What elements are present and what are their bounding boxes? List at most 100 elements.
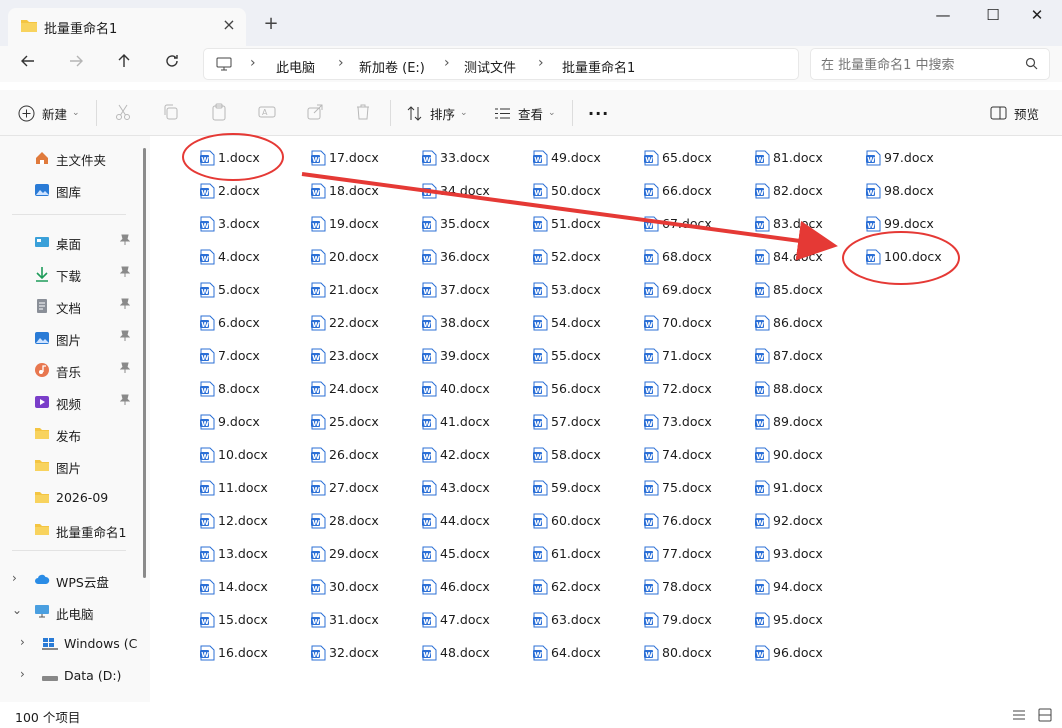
- file-item[interactable]: W 47.docx: [422, 608, 526, 632]
- sidebar-item-quick-6[interactable]: 发布: [0, 420, 140, 448]
- file-item[interactable]: W 50.docx: [533, 179, 637, 203]
- chevron-right-icon[interactable]: ›: [12, 571, 17, 585]
- close-window-button[interactable]: ✕: [1014, 0, 1060, 32]
- new-button[interactable]: 新建 ⌄: [18, 103, 80, 123]
- file-item[interactable]: W 49.docx: [533, 146, 637, 170]
- file-item[interactable]: W 86.docx: [755, 311, 859, 335]
- file-item[interactable]: W 71.docx: [644, 344, 748, 368]
- file-item[interactable]: W 46.docx: [422, 575, 526, 599]
- file-item[interactable]: W 29.docx: [311, 542, 415, 566]
- file-item[interactable]: W 96.docx: [755, 641, 859, 665]
- tab-close-button[interactable]: ×: [218, 14, 240, 36]
- file-item[interactable]: W 95.docx: [755, 608, 859, 632]
- file-item[interactable]: W 57.docx: [533, 410, 637, 434]
- file-item[interactable]: W 59.docx: [533, 476, 637, 500]
- sidebar-item-quick-4[interactable]: 音乐: [0, 356, 140, 384]
- file-item[interactable]: W 64.docx: [533, 641, 637, 665]
- view-button[interactable]: 查看 ⌄: [494, 103, 556, 123]
- file-item[interactable]: W 94.docx: [755, 575, 859, 599]
- file-item[interactable]: W 26.docx: [311, 443, 415, 467]
- file-item[interactable]: W 91.docx: [755, 476, 859, 500]
- file-item[interactable]: W 38.docx: [422, 311, 526, 335]
- sidebar-item-top-1[interactable]: 图库: [0, 176, 140, 204]
- file-item[interactable]: W 82.docx: [755, 179, 859, 203]
- breadcrumb-test-folder[interactable]: 测试文件: [464, 57, 516, 76]
- tiles-view-button[interactable]: [1038, 708, 1052, 725]
- file-item[interactable]: W 45.docx: [422, 542, 526, 566]
- file-item[interactable]: W 74.docx: [644, 443, 748, 467]
- file-item[interactable]: W 92.docx: [755, 509, 859, 533]
- file-item[interactable]: W 70.docx: [644, 311, 748, 335]
- file-item[interactable]: W 54.docx: [533, 311, 637, 335]
- file-item[interactable]: W 37.docx: [422, 278, 526, 302]
- file-item[interactable]: W 75.docx: [644, 476, 748, 500]
- file-item[interactable]: W 41.docx: [422, 410, 526, 434]
- file-item[interactable]: W 35.docx: [422, 212, 526, 236]
- maximize-button[interactable]: ☐: [970, 0, 1016, 32]
- file-item[interactable]: W 43.docx: [422, 476, 526, 500]
- search-input[interactable]: [821, 55, 1021, 75]
- file-item[interactable]: W 85.docx: [755, 278, 859, 302]
- more-options-button[interactable]: ···: [588, 103, 609, 123]
- forward-button[interactable]: [62, 50, 90, 78]
- file-item[interactable]: W 83.docx: [755, 212, 859, 236]
- back-button[interactable]: [14, 50, 42, 78]
- file-item[interactable]: W 69.docx: [644, 278, 748, 302]
- cut-button[interactable]: [114, 103, 134, 123]
- file-item[interactable]: W 28.docx: [311, 509, 415, 533]
- file-item[interactable]: W 66.docx: [644, 179, 748, 203]
- sidebar-item-quick-2[interactable]: 文档: [0, 292, 140, 320]
- file-item[interactable]: W 2.docx: [200, 179, 304, 203]
- file-item[interactable]: W 89.docx: [755, 410, 859, 434]
- file-item[interactable]: W 34.docx: [422, 179, 526, 203]
- file-item[interactable]: W 48.docx: [422, 641, 526, 665]
- preview-button[interactable]: 预览: [990, 103, 1039, 123]
- sidebar-item-quick-1[interactable]: 下载: [0, 260, 140, 288]
- file-item[interactable]: W 5.docx: [200, 278, 304, 302]
- search-box[interactable]: [810, 48, 1050, 80]
- sort-button[interactable]: 排序 ⌄: [406, 103, 468, 123]
- file-item[interactable]: W 44.docx: [422, 509, 526, 533]
- file-item[interactable]: W 77.docx: [644, 542, 748, 566]
- file-item[interactable]: W 72.docx: [644, 377, 748, 401]
- file-item[interactable]: W 21.docx: [311, 278, 415, 302]
- file-item[interactable]: W 68.docx: [644, 245, 748, 269]
- copy-button[interactable]: [162, 103, 182, 123]
- file-item[interactable]: W 1.docx: [200, 146, 304, 170]
- delete-button[interactable]: [354, 103, 374, 123]
- file-item[interactable]: W 97.docx: [866, 146, 970, 170]
- breadcrumb-this-pc[interactable]: 此电脑: [276, 57, 315, 76]
- file-item[interactable]: W 80.docx: [644, 641, 748, 665]
- file-item[interactable]: W 60.docx: [533, 509, 637, 533]
- file-item[interactable]: W 18.docx: [311, 179, 415, 203]
- file-item[interactable]: W 62.docx: [533, 575, 637, 599]
- file-item[interactable]: W 99.docx: [866, 212, 970, 236]
- file-item[interactable]: W 17.docx: [311, 146, 415, 170]
- sidebar-item-quick-9[interactable]: 批量重命名1: [0, 516, 140, 544]
- refresh-button[interactable]: [158, 50, 186, 78]
- new-tab-button[interactable]: +: [258, 12, 284, 36]
- file-item[interactable]: W 14.docx: [200, 575, 304, 599]
- details-view-button[interactable]: [1012, 709, 1026, 724]
- sidebar-item-quick-5[interactable]: 视频: [0, 388, 140, 416]
- file-item[interactable]: W 36.docx: [422, 245, 526, 269]
- file-item[interactable]: W 98.docx: [866, 179, 970, 203]
- breadcrumb-drive[interactable]: 新加卷 (E:): [359, 57, 425, 76]
- file-item[interactable]: W 42.docx: [422, 443, 526, 467]
- file-item[interactable]: W 51.docx: [533, 212, 637, 236]
- file-item[interactable]: W 13.docx: [200, 542, 304, 566]
- file-item[interactable]: W 88.docx: [755, 377, 859, 401]
- file-item[interactable]: W 22.docx: [311, 311, 415, 335]
- file-item[interactable]: W 11.docx: [200, 476, 304, 500]
- address-bar[interactable]: › 此电脑 › 新加卷 (E:) › 测试文件 › 批量重命名1: [203, 48, 799, 80]
- sidebar-item-quick-7[interactable]: 图片: [0, 452, 140, 480]
- file-item[interactable]: W 15.docx: [200, 608, 304, 632]
- file-item[interactable]: W 19.docx: [311, 212, 415, 236]
- file-item[interactable]: W 6.docx: [200, 311, 304, 335]
- file-item[interactable]: W 8.docx: [200, 377, 304, 401]
- sidebar-item-tree-2[interactable]: › Windows (C: [0, 630, 140, 658]
- file-item[interactable]: W 12.docx: [200, 509, 304, 533]
- sidebar-item-top-0[interactable]: 主文件夹: [0, 144, 140, 172]
- share-button[interactable]: [306, 103, 326, 123]
- file-item[interactable]: W 30.docx: [311, 575, 415, 599]
